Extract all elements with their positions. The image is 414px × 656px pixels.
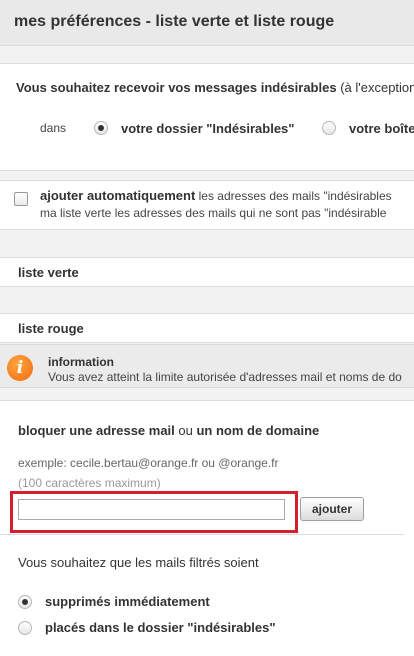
radio-delete-immediately-label[interactable]: supprimés immédiatement [45,594,210,609]
block-heading: bloquer une adresse mail ou un nom de do… [18,423,320,438]
green-list-section[interactable]: liste verte [0,257,414,287]
info-title: information [48,355,114,369]
radio-inbox[interactable] [322,121,336,135]
auto-add-checkbox[interactable] [14,192,28,206]
info-message: i information Vous avez atteint la limit… [0,344,414,388]
info-icon: i [7,355,33,381]
info-text: Vous avez atteint la limite autorisée d'… [48,370,402,384]
auto-add-label[interactable]: ajouter automatiquement les adresses des… [40,188,392,203]
block-address-panel: bloquer une adresse mail ou un nom de do… [0,400,414,656]
example-text: exemple: cecile.bertau@orange.fr ou @ora… [18,456,279,470]
delivery-preferences-panel: Vous souhaitez recevoir vos messages ind… [0,63,414,171]
page-title: mes préférences - liste verte et liste r… [14,13,335,30]
radio-junk-folder-filtered-label[interactable]: placés dans le dossier "indésirables" [45,620,276,635]
filter-question: Vous souhaitez que les mails filtrés soi… [18,555,259,570]
red-list-section[interactable]: liste rouge [0,313,414,343]
auto-add-label-line2: ma liste verte les adresses des mails qu… [40,206,387,220]
radio-inbox-label[interactable]: votre boîte [349,121,414,136]
red-list-title[interactable]: liste rouge [18,321,84,336]
block-address-input[interactable] [18,499,285,520]
max-chars-hint: (100 caractères maximum) [18,476,161,490]
divider [0,534,404,535]
radio-junk-folder-filtered[interactable] [18,621,32,635]
radio-junk-folder[interactable] [94,121,108,135]
radio-junk-folder-label[interactable]: votre dossier "Indésirables" [121,121,294,136]
auto-add-panel: ajouter automatiquement les adresses des… [0,180,414,230]
page-header: mes préférences - liste verte et liste r… [0,0,414,46]
dans-label: dans [40,121,67,135]
add-button[interactable]: ajouter [300,497,364,521]
radio-delete-immediately[interactable] [18,595,32,609]
delivery-question: Vous souhaitez recevoir vos messages ind… [16,80,414,95]
green-list-title[interactable]: liste verte [18,265,79,280]
